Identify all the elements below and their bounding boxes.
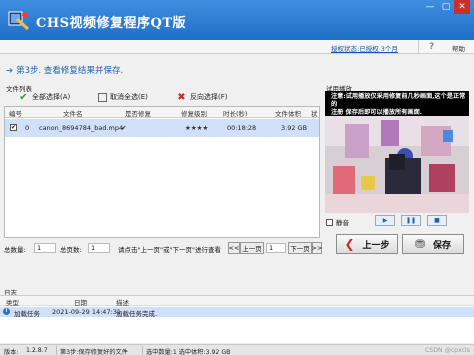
info-icon: i (3, 308, 10, 315)
log-description: 加载任务完成. (116, 310, 158, 318)
column-header-repaired[interactable]: 是否修复 (125, 108, 151, 118)
maximize-button[interactable]: ▢ (438, 0, 454, 14)
app-logo-icon (8, 11, 30, 31)
column-header-filename[interactable]: 文件名 (63, 108, 83, 118)
row-checkbox[interactable]: ✔ (10, 124, 17, 131)
step-text: 第3步. 查看修复结果并保存. (16, 66, 124, 76)
column-header-size[interactable]: 文件体积 (275, 108, 301, 118)
invert-select-label: 反向选择(F) (190, 93, 228, 101)
video-frame-image (325, 116, 469, 213)
row-duration: 00:18:28 (227, 124, 257, 132)
log-date: 2021-09-29 14:47:31 (52, 308, 122, 316)
stop-button[interactable]: ■ (427, 215, 447, 226)
row-size: 3.92 GB (281, 124, 308, 132)
divider (142, 346, 143, 355)
pause-button[interactable]: ❚❚ (401, 215, 421, 226)
row-index: 0 (25, 124, 30, 132)
status-selection: 选中数量:1 选中体积:3.92 GB (146, 349, 231, 355)
select-all-button[interactable]: ✔ 全部选择(A) (18, 90, 70, 104)
video-preview[interactable]: 注意:试用播放仅采用修复前几秒画面,这个是正常的 注册 保存后即可以播放所有画面… (325, 91, 469, 213)
status-step: 第3步:保存修复好的文件 (60, 349, 128, 355)
empty-checkbox-icon (98, 92, 107, 102)
file-list-toolbar: ✔ 全部选择(A) 取消全选(E) ✖ 反向选择(F) (4, 90, 320, 104)
log-column-type[interactable]: 类型 (6, 297, 19, 307)
save-icon: ⛃ (414, 237, 426, 251)
file-table: 编号 文件名 是否修复 修复级别 时长(秒) 文件体积 状 ✔ 0 canon_… (4, 106, 320, 238)
next-page-button[interactable]: 下一页 (288, 242, 312, 254)
row-repaired: ✔ (121, 124, 127, 132)
previous-step-button[interactable]: ❮ 上一步 (336, 234, 398, 254)
current-page-input[interactable]: 1 (266, 243, 286, 253)
previous-step-label: 上一步 (362, 240, 390, 251)
step-title: ➔ 第3步. 查看修复结果并保存. (6, 64, 123, 76)
mute-label: 静音 (336, 219, 349, 227)
save-label: 保存 (433, 240, 452, 251)
arrow-right-icon: ➔ (6, 66, 14, 76)
select-all-label: 全部选择(A) (32, 93, 71, 101)
back-arrow-icon: ❮ (344, 237, 355, 251)
play-button[interactable]: ▶ (375, 215, 395, 226)
deselect-all-button[interactable]: 取消全选(E) (98, 90, 148, 104)
log-table: 类型 日期 描述 i 加载任务 2021-09-29 14:47:31 加载任务… (0, 295, 474, 343)
log-row[interactable]: i 加载任务 2021-09-29 14:47:31 加载任务完成. (0, 307, 474, 318)
column-header-status[interactable]: 状 (311, 108, 318, 118)
pager-hint: 请点击"上一页"或"下一页"进行查看 (118, 246, 221, 254)
pagination-bar: 总数量: 1 总页数: 1 请点击"上一页"或"下一页"进行查看 << 上一页 … (0, 242, 322, 254)
total-count-label: 总数量: (4, 246, 26, 254)
table-row[interactable]: ✔ 0 canon_8694784_bad.mp4 ✔ ★★★★ 00:18:2… (5, 119, 319, 137)
check-icon: ✔ (19, 91, 28, 103)
log-type: 加载任务 (14, 310, 40, 318)
invert-select-button[interactable]: ✖ 反向选择(F) (176, 90, 228, 104)
title-bar: CHS视频修复程序QT版 — ▢ ✕ (0, 0, 474, 40)
info-bar: 授权状态:已授权 3个月 ? 帮助 (0, 40, 474, 54)
version-label: 版本: (4, 349, 19, 355)
log-column-description[interactable]: 描述 (116, 297, 129, 307)
window-controls: — ▢ ✕ (422, 0, 470, 14)
column-header-index[interactable]: 编号 (9, 108, 22, 118)
save-button[interactable]: ⛃ 保存 (402, 234, 464, 254)
play-icon: ▶ (382, 217, 388, 224)
file-table-header: 编号 文件名 是否修复 修复级别 时长(秒) 文件体积 状 (5, 107, 319, 118)
cross-icon: ✖ (177, 91, 186, 103)
log-table-header: 类型 日期 描述 (0, 296, 474, 307)
minimize-button[interactable]: — (422, 0, 438, 14)
total-pages-value: 1 (88, 243, 110, 253)
divider (56, 346, 57, 355)
version-value: 1.2.8.7 (26, 347, 48, 354)
status-bar: 版本: 1.2.8.7 第3步:保存修复好的文件 选中数量:1 选中体积:3.9… (0, 344, 474, 355)
total-count-value: 1 (34, 243, 56, 253)
row-level-stars: ★★★★ (185, 124, 209, 132)
preview-notice: 注意:试用播放仅采用修复前几秒画面,这个是正常的 注册 保存后即可以播放所有画面… (331, 93, 469, 117)
mute-toggle[interactable]: 静音 (326, 217, 349, 227)
divider (418, 40, 419, 54)
stop-icon: ■ (434, 217, 440, 224)
column-header-duration[interactable]: 时长(秒) (223, 108, 248, 118)
column-header-level[interactable]: 修复级别 (181, 108, 207, 118)
preview-notice-line1: 注意:试用播放仅采用修复前几秒画面,这个是正常的 (331, 93, 466, 108)
registration-status-link[interactable]: 授权状态:已授权 3个月 (331, 43, 398, 53)
first-page-button[interactable]: << (228, 242, 240, 254)
mute-checkbox[interactable] (326, 218, 333, 226)
help-icon[interactable]: ? (429, 42, 434, 52)
app-title: CHS视频修复程序QT版 (36, 16, 187, 31)
watermark: CSDN @cpxcls (424, 347, 470, 354)
prev-page-button[interactable]: 上一页 (240, 242, 264, 254)
row-filename: canon_8694784_bad.mp4 (39, 124, 124, 132)
total-pages-label: 总页数: (60, 246, 82, 254)
help-label[interactable]: 帮助 (452, 43, 465, 53)
close-button[interactable]: ✕ (454, 0, 470, 14)
log-column-date[interactable]: 日期 (74, 297, 87, 307)
pause-icon: ❚❚ (405, 217, 417, 224)
last-page-button[interactable]: >> (312, 242, 322, 254)
deselect-all-label: 取消全选(E) (110, 93, 148, 101)
